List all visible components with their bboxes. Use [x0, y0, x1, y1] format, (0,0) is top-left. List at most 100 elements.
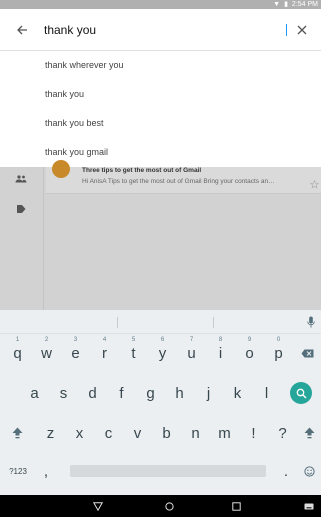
- backspace-icon: [301, 349, 313, 357]
- suggestion-item[interactable]: thank you best: [0, 109, 321, 138]
- key-hint: 3: [73, 337, 78, 343]
- search-bar: thank you: [0, 9, 321, 51]
- keyboard-row-1: 1q 2w 3e 4r 5t 6y 7u 8i 9o 0p: [0, 334, 321, 372]
- keyboard-row-2: a s d f g h j k l: [0, 374, 321, 412]
- shift-key-right[interactable]: [297, 414, 321, 452]
- key-label: w: [41, 344, 52, 362]
- key-c[interactable]: c: [94, 414, 123, 452]
- key-e[interactable]: 3e: [61, 334, 90, 372]
- backspace-key[interactable]: [293, 334, 321, 372]
- key-hint: 6: [160, 337, 165, 343]
- soft-keyboard: 1q 2w 3e 4r 5t 6y 7u 8i 9o 0p a s d f g …: [0, 310, 321, 495]
- key-label: y: [158, 344, 167, 362]
- key-hint: 1: [15, 337, 20, 343]
- key-g[interactable]: g: [136, 374, 165, 412]
- wifi-icon: ▼: [273, 1, 281, 8]
- suggestion-item[interactable]: thank wherever you: [0, 51, 321, 80]
- key-hint: 5: [131, 337, 136, 343]
- key-s[interactable]: s: [49, 374, 78, 412]
- key-label: q: [13, 344, 22, 362]
- shift-icon: [12, 427, 23, 439]
- close-icon[interactable]: [287, 9, 317, 51]
- keyboard-switch-button[interactable]: [300, 495, 318, 517]
- label-tag-icon: [14, 202, 28, 216]
- symbols-key[interactable]: ?123: [2, 452, 34, 490]
- nav-home-icon: [164, 501, 174, 511]
- shift-icon: [304, 427, 314, 439]
- strip-divider: [213, 317, 214, 328]
- keyboard-suggestion-strip: [0, 310, 321, 334]
- key-f[interactable]: f: [107, 374, 136, 412]
- key-d[interactable]: d: [78, 374, 107, 412]
- key-period[interactable]: .: [276, 452, 296, 490]
- status-time: 2:54 PM: [291, 1, 318, 8]
- key-label: i: [218, 344, 223, 362]
- key-hint: 2: [44, 337, 49, 343]
- key-v[interactable]: v: [123, 414, 152, 452]
- key-m[interactable]: m: [210, 414, 239, 452]
- key-n[interactable]: n: [181, 414, 210, 452]
- key-y[interactable]: 6y: [148, 334, 177, 372]
- nav-recents-icon: [231, 501, 241, 511]
- key-label: o: [245, 344, 254, 362]
- nav-recents-button[interactable]: [224, 495, 248, 517]
- key-exclamation[interactable]: !: [239, 414, 268, 452]
- key-question[interactable]: ?: [268, 414, 297, 452]
- nav-home-button[interactable]: [157, 495, 181, 517]
- key-a[interactable]: a: [20, 374, 49, 412]
- key-hint: 7: [189, 337, 194, 343]
- key-label: t: [131, 344, 136, 362]
- keyboard-row-4: ?123 , .: [0, 452, 321, 490]
- key-label: u: [187, 344, 196, 362]
- email-snippet: Hi AnisA Tips to get the most out of Gma…: [82, 178, 275, 185]
- avatar: [52, 160, 70, 178]
- system-nav-bar: [0, 495, 321, 517]
- key-label: p: [274, 344, 283, 362]
- search-input-wrap: thank you: [44, 23, 287, 37]
- emoji-icon: [303, 465, 315, 477]
- arrow-left-icon[interactable]: [0, 9, 44, 51]
- microphone-icon[interactable]: [307, 315, 315, 333]
- key-b[interactable]: b: [152, 414, 181, 452]
- key-z[interactable]: z: [36, 414, 65, 452]
- star-icon: [310, 176, 319, 194]
- search-input[interactable]: thank you: [44, 23, 285, 37]
- key-j[interactable]: j: [194, 374, 223, 412]
- key-k[interactable]: k: [223, 374, 252, 412]
- space-bar[interactable]: [70, 465, 266, 477]
- status-bar: ▼ ▮ 2:54 PM: [0, 0, 321, 9]
- emoji-key[interactable]: [298, 452, 320, 490]
- search-suggestions: thank wherever you thank you thank you b…: [0, 51, 321, 167]
- strip-divider: [117, 317, 118, 328]
- key-l[interactable]: l: [252, 374, 281, 412]
- key-r[interactable]: 4r: [90, 334, 119, 372]
- key-hint: 9: [247, 337, 252, 343]
- key-x[interactable]: x: [65, 414, 94, 452]
- shift-key[interactable]: [3, 414, 32, 452]
- keyboard-row-3: z x c v b n m ! ?: [0, 414, 321, 452]
- nav-back-button[interactable]: [86, 495, 110, 517]
- suggestion-item[interactable]: thank you gmail: [0, 138, 321, 167]
- nav-back-icon: [93, 501, 103, 511]
- search-icon: [296, 388, 306, 398]
- inbox-sidebar: [0, 167, 44, 310]
- key-q[interactable]: 1q: [3, 334, 32, 372]
- key-u[interactable]: 7u: [177, 334, 206, 372]
- search-go-key[interactable]: [290, 382, 312, 404]
- key-hint: 8: [218, 337, 223, 343]
- keyboard-icon: [304, 503, 314, 509]
- key-label: e: [71, 344, 80, 362]
- key-label: r: [102, 344, 107, 362]
- key-i[interactable]: 8i: [206, 334, 235, 372]
- key-hint: 0: [276, 337, 281, 343]
- key-hint: 4: [102, 337, 107, 343]
- key-w[interactable]: 2w: [32, 334, 61, 372]
- key-o[interactable]: 9o: [235, 334, 264, 372]
- key-h[interactable]: h: [165, 374, 194, 412]
- key-t[interactable]: 5t: [119, 334, 148, 372]
- key-comma[interactable]: ,: [34, 452, 58, 490]
- suggestion-item[interactable]: thank you: [0, 80, 321, 109]
- email-subject: Three tips to get the most out of Gmail: [82, 167, 202, 174]
- key-p[interactable]: 0p: [264, 334, 293, 372]
- email-list-item: Three tips to get the most out of Gmail …: [46, 160, 321, 194]
